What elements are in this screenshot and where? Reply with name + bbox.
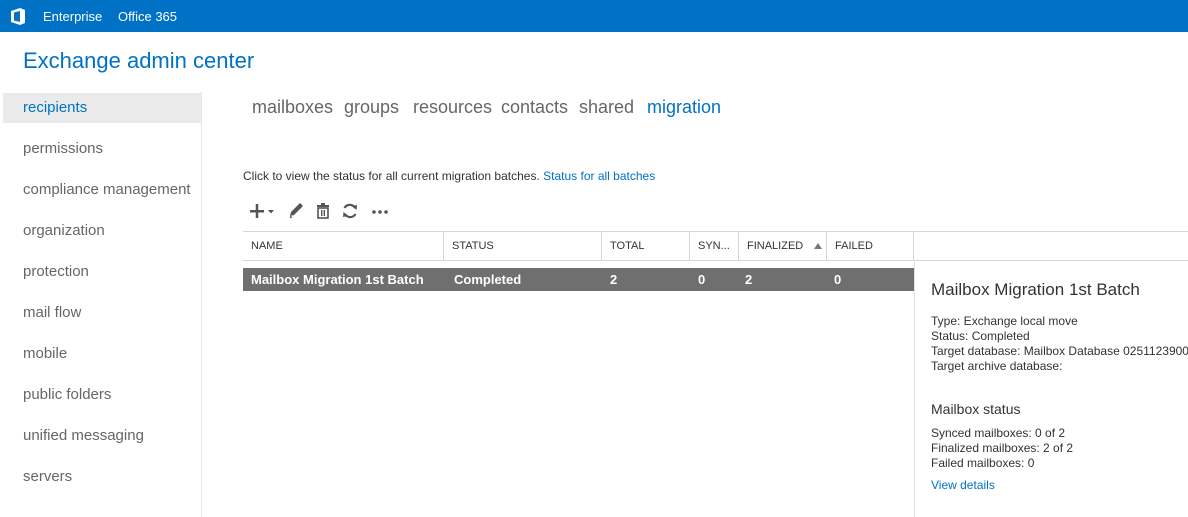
sidebar-item-mobile[interactable]: mobile bbox=[3, 339, 201, 369]
sort-ascending-icon bbox=[814, 243, 822, 249]
sidebar-item-organization[interactable]: organization bbox=[3, 216, 201, 246]
sidebar-item-protection[interactable]: protection bbox=[3, 257, 201, 287]
column-header-finalized[interactable]: FINALIZED bbox=[739, 232, 827, 260]
cell-finalized: 2 bbox=[745, 272, 753, 287]
tab-contacts[interactable]: contacts bbox=[501, 97, 568, 118]
column-header-name[interactable]: NAME bbox=[243, 232, 444, 260]
status-info: Click to view the status for all current… bbox=[243, 169, 655, 183]
cell-status: Completed bbox=[454, 272, 522, 287]
sidebar-item-permissions[interactable]: permissions bbox=[3, 134, 201, 164]
sidebar-item-compliance-management[interactable]: compliance management bbox=[3, 175, 201, 205]
view-details-link[interactable]: View details bbox=[931, 478, 995, 492]
details-target-database: Target database: Mailbox Database 025112… bbox=[931, 344, 1188, 358]
details-type: Type: Exchange local move bbox=[931, 314, 1078, 328]
top-nav-bar: Enterprise Office 365 bbox=[0, 0, 1188, 32]
tab-shared[interactable]: shared bbox=[579, 97, 634, 118]
mailbox-status-heading: Mailbox status bbox=[931, 401, 1021, 417]
column-header-failed[interactable]: FAILED bbox=[827, 232, 914, 260]
add-icon bbox=[250, 204, 274, 218]
delete-button[interactable] bbox=[312, 200, 334, 222]
sidebar-item-public-folders[interactable]: public folders bbox=[3, 380, 201, 410]
tab-mailboxes[interactable]: mailboxes bbox=[252, 97, 333, 118]
nav-link-office-365[interactable]: Office 365 bbox=[118, 9, 177, 24]
column-header-status[interactable]: STATUS bbox=[444, 232, 602, 260]
sidebar-item-servers[interactable]: servers bbox=[3, 462, 201, 492]
sidebar-item-unified-messaging[interactable]: unified messaging bbox=[3, 421, 201, 451]
cell-total: 2 bbox=[610, 272, 618, 287]
details-status: Status: Completed bbox=[931, 329, 1030, 343]
refresh-icon bbox=[343, 203, 357, 219]
sidebar: recipients permissions compliance manage… bbox=[3, 92, 202, 517]
sidebar-item-mail-flow[interactable]: mail flow bbox=[3, 298, 201, 328]
office-logo-icon[interactable] bbox=[10, 7, 26, 26]
details-synced-mailboxes: Synced mailboxes: 0 of 2 bbox=[931, 426, 1066, 440]
tab-groups[interactable]: groups bbox=[344, 97, 399, 118]
column-header-total[interactable]: TOTAL bbox=[602, 232, 690, 260]
cell-failed: 0 bbox=[834, 272, 842, 287]
details-target-archive-database: Target archive database: bbox=[931, 359, 1063, 373]
details-title: Mailbox Migration 1st Batch bbox=[931, 280, 1140, 299]
more-button[interactable] bbox=[369, 200, 391, 222]
nav-link-enterprise[interactable]: Enterprise bbox=[43, 9, 102, 24]
app-title: Exchange admin center bbox=[23, 48, 255, 73]
cell-synced: 0 bbox=[698, 272, 706, 287]
column-header-synced[interactable]: SYN... bbox=[690, 232, 739, 260]
delete-icon bbox=[317, 203, 329, 219]
edit-icon bbox=[289, 203, 303, 218]
details-pane: Mailbox Migration 1st Batch Type: Exchan… bbox=[914, 262, 1188, 517]
status-for-all-batches-link[interactable]: Status for all batches bbox=[543, 169, 655, 183]
refresh-button[interactable] bbox=[339, 200, 361, 222]
sidebar-item-recipients[interactable]: recipients bbox=[3, 93, 201, 123]
grid-header: NAME STATUS TOTAL SYN... FINALIZED FAILE… bbox=[243, 231, 1188, 261]
details-failed-mailboxes: Failed mailboxes: 0 bbox=[931, 456, 1035, 470]
add-button[interactable] bbox=[248, 200, 278, 222]
more-icon bbox=[372, 210, 388, 214]
details-finalized-mailboxes: Finalized mailboxes: 2 of 2 bbox=[931, 441, 1074, 455]
table-row[interactable]: Mailbox Migration 1st Batch Completed 2 … bbox=[243, 268, 914, 291]
cell-name: Mailbox Migration 1st Batch bbox=[251, 272, 424, 287]
status-info-text: Click to view the status for all current… bbox=[243, 169, 540, 183]
tab-migration[interactable]: migration bbox=[647, 97, 721, 118]
column-header-finalized-label: FINALIZED bbox=[747, 240, 804, 252]
tab-resources[interactable]: resources bbox=[413, 97, 492, 118]
edit-button[interactable] bbox=[286, 200, 308, 222]
